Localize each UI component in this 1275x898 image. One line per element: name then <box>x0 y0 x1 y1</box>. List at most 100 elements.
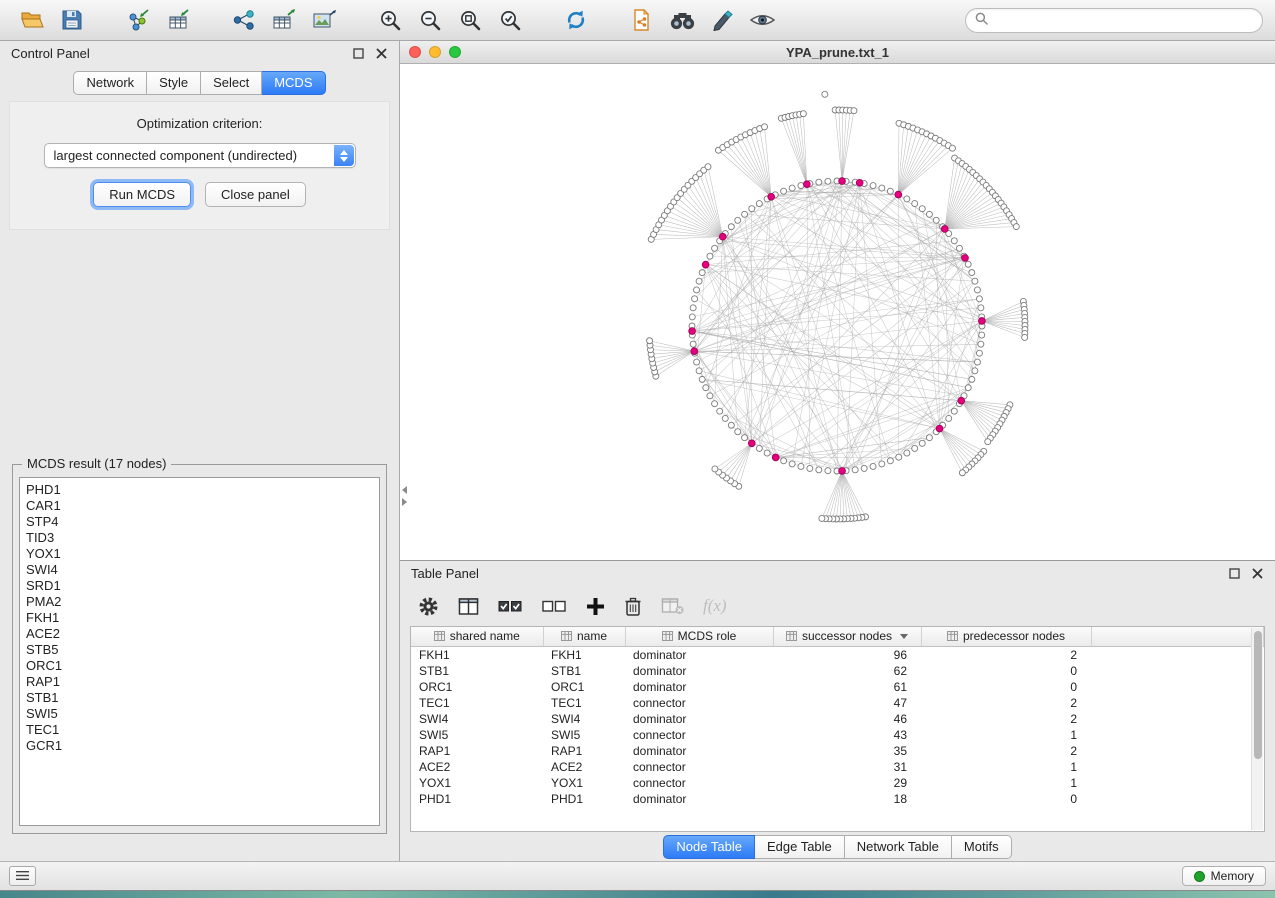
splitter-collapse-icons[interactable] <box>402 486 407 506</box>
panel-menu-button[interactable] <box>9 866 36 886</box>
float-icon[interactable] <box>1227 567 1241 581</box>
float-icon[interactable] <box>351 47 365 61</box>
scrollbar-thumb[interactable] <box>1254 631 1262 759</box>
table-panel-window-controls <box>1227 567 1264 581</box>
select-all-icon[interactable] <box>498 593 523 619</box>
tab-select[interactable]: Select <box>201 71 262 95</box>
close-window-icon[interactable] <box>409 46 421 58</box>
search-field[interactable] <box>965 8 1263 33</box>
zoom-out-icon[interactable] <box>410 4 450 36</box>
export-table-icon[interactable] <box>264 4 304 36</box>
main-toolbar-groups <box>12 4 808 36</box>
table-row[interactable]: TEC1TEC1connector472 <box>411 695 1264 711</box>
close-icon[interactable] <box>1250 567 1264 581</box>
find-binoculars-icon[interactable] <box>662 4 702 36</box>
tab-motifs[interactable]: Motifs <box>952 835 1012 859</box>
predecessor-nodes-cell: 0 <box>921 679 1091 695</box>
result-list-item[interactable]: CAR1 <box>26 498 373 514</box>
network-canvas[interactable] <box>400 64 1275 560</box>
column-header-MCDS-role[interactable]: MCDS role <box>625 627 773 647</box>
tab-node-table[interactable]: Node Table <box>663 835 755 859</box>
column-header-name[interactable]: name <box>543 627 625 647</box>
eye-icon[interactable] <box>742 4 782 36</box>
duplicate-network-icon[interactable] <box>622 4 662 36</box>
tab-network-table[interactable]: Network Table <box>845 835 952 859</box>
result-list-item[interactable]: STB5 <box>26 642 373 658</box>
tab-network[interactable]: Network <box>73 71 147 95</box>
new-network-icon[interactable] <box>224 4 264 36</box>
minimize-window-icon[interactable] <box>429 46 441 58</box>
result-list-item[interactable]: RAP1 <box>26 674 373 690</box>
refresh-icon[interactable] <box>556 4 596 36</box>
result-list-item[interactable]: SWI5 <box>26 706 373 722</box>
column-header-predecessor-nodes[interactable]: predecessor nodes <box>921 627 1091 647</box>
maximize-window-icon[interactable] <box>449 46 461 58</box>
memory-label: Memory <box>1211 869 1254 883</box>
zoom-in-icon[interactable] <box>370 4 410 36</box>
zoom-selected-icon[interactable] <box>490 4 530 36</box>
table-row[interactable]: STB1STB1dominator620 <box>411 663 1264 679</box>
close-panel-button[interactable]: Close panel <box>205 182 306 207</box>
result-list-item[interactable]: PMA2 <box>26 594 373 610</box>
result-list-item[interactable]: SWI4 <box>26 562 373 578</box>
table-row[interactable]: SWI4SWI4dominator462 <box>411 711 1264 727</box>
tab-style[interactable]: Style <box>147 71 201 95</box>
result-list-item[interactable]: GCR1 <box>26 738 373 754</box>
import-network-icon[interactable] <box>118 4 158 36</box>
table-row[interactable]: RAP1RAP1dominator352 <box>411 743 1264 759</box>
deselect-all-icon[interactable] <box>542 593 567 619</box>
collapse-left-icon[interactable] <box>402 486 407 494</box>
add-icon[interactable] <box>586 593 605 619</box>
delete-icon[interactable] <box>624 593 642 619</box>
run-mcds-button[interactable]: Run MCDS <box>93 182 191 207</box>
table-row[interactable]: FKH1FKH1dominator962 <box>411 647 1264 663</box>
tab-mcds[interactable]: MCDS <box>262 71 325 95</box>
open-folder-icon[interactable] <box>12 4 52 36</box>
result-list-item[interactable]: ACE2 <box>26 626 373 642</box>
result-list-item[interactable]: ORC1 <box>26 658 373 674</box>
expand-right-icon[interactable] <box>402 498 407 506</box>
right-pane: YPA_prune.txt_1 Table Panel <box>400 41 1275 861</box>
table-row[interactable]: ORC1ORC1dominator610 <box>411 679 1264 695</box>
save-icon[interactable] <box>52 4 92 36</box>
table-row[interactable]: SWI5SWI5connector431 <box>411 727 1264 743</box>
successor-nodes-cell: 46 <box>773 711 921 727</box>
column-sidebar-icon[interactable] <box>458 593 479 619</box>
zoom-fit-icon[interactable] <box>450 4 490 36</box>
table-panel-titlebar: Table Panel <box>400 561 1275 586</box>
table-row[interactable]: PHD1PHD1dominator180 <box>411 791 1264 807</box>
mcds-result-list[interactable]: PHD1CAR1STP4TID3YOX1SWI4SRD1PMA2FKH1ACE2… <box>19 477 380 826</box>
name-cell: FKH1 <box>543 647 625 663</box>
gear-icon[interactable] <box>418 593 439 619</box>
criterion-dropdown[interactable]: largest connected component (undirected) <box>44 143 356 168</box>
successor-nodes-cell: 96 <box>773 647 921 663</box>
control-panel-titlebar: Control Panel <box>0 41 399 66</box>
search-input[interactable] <box>993 13 1253 27</box>
control-panel-tabs: NetworkStyleSelectMCDS <box>0 71 399 95</box>
result-list-item[interactable]: YOX1 <box>26 546 373 562</box>
result-list-item[interactable]: TID3 <box>26 530 373 546</box>
close-icon[interactable] <box>374 47 388 61</box>
result-list-item[interactable]: STP4 <box>26 514 373 530</box>
traffic-lights <box>409 46 461 58</box>
column-header-shared-name[interactable]: shared name <box>411 627 543 647</box>
result-list-item[interactable]: FKH1 <box>26 610 373 626</box>
column-header-successor-nodes[interactable]: successor nodes <box>773 627 921 647</box>
result-list-item[interactable]: STB1 <box>26 690 373 706</box>
filler-cell <box>1091 647 1264 663</box>
status-bar: Memory <box>0 861 1275 890</box>
table-row[interactable]: YOX1YOX1connector291 <box>411 775 1264 791</box>
export-image-icon[interactable] <box>304 4 344 36</box>
toolbar-group <box>12 4 92 36</box>
filler-cell <box>1091 695 1264 711</box>
result-list-item[interactable]: PHD1 <box>26 482 373 498</box>
import-table-icon[interactable] <box>158 4 198 36</box>
result-list-item[interactable]: TEC1 <box>26 722 373 738</box>
annotation-pen-icon[interactable] <box>702 4 742 36</box>
result-list-item[interactable]: SRD1 <box>26 578 373 594</box>
tab-edge-table[interactable]: Edge Table <box>755 835 845 859</box>
table-vertical-scrollbar[interactable] <box>1251 628 1263 830</box>
memory-button[interactable]: Memory <box>1182 866 1266 886</box>
table-row[interactable]: ACE2ACE2connector311 <box>411 759 1264 775</box>
toolbar-group <box>556 4 596 36</box>
